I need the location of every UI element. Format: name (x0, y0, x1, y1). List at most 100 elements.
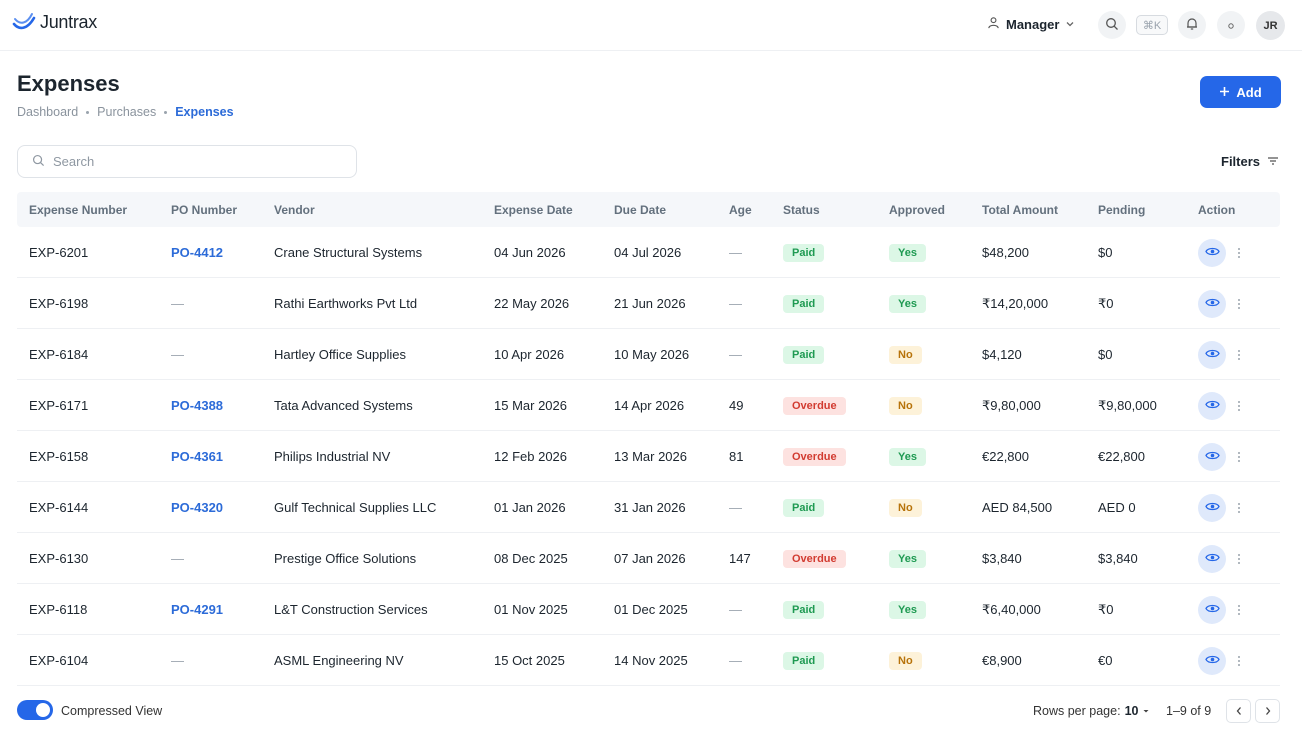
due-date-cell: 01 Dec 2025 (614, 602, 688, 617)
pending-cell: ₹9,80,000 (1098, 397, 1157, 413)
table-row[interactable]: EXP-6104 — ASML Engineering NV 15 Oct 2025 1… (17, 635, 1280, 686)
approved-badge: No (889, 651, 922, 670)
vendor-cell: Prestige Office Solutions (274, 551, 417, 566)
search-icon (1105, 17, 1119, 34)
column-header-expense-number[interactable]: Expense Number (29, 203, 127, 217)
view-button[interactable] (1198, 544, 1226, 573)
breadcrumb-dashboard[interactable]: Dashboard (17, 105, 78, 119)
due-date-cell: 14 Apr 2026 (614, 398, 685, 413)
next-page-button[interactable] (1255, 699, 1280, 723)
search-input[interactable] (53, 154, 333, 169)
search-box[interactable] (17, 145, 357, 178)
more-options-icon[interactable] (1238, 349, 1240, 360)
search-button[interactable] (1098, 11, 1126, 39)
more-options-icon[interactable] (1238, 655, 1240, 666)
notifications-button[interactable] (1178, 11, 1206, 39)
column-header-expense-date[interactable]: Expense Date (494, 203, 573, 217)
vendor-cell: Hartley Office Supplies (274, 347, 406, 362)
breadcrumb-separator (164, 110, 168, 114)
expense-number-cell: EXP-6158 (29, 449, 89, 464)
add-expense-button[interactable]: Add (1200, 76, 1281, 108)
due-date-cell: 07 Jan 2026 (614, 551, 686, 566)
brand-logo[interactable]: Juntrax (12, 11, 97, 34)
expense-date-cell: 15 Oct 2025 (494, 653, 565, 668)
po-number-link[interactable]: PO-4388 (171, 380, 223, 431)
column-header-total-amount[interactable]: Total Amount (982, 203, 1058, 217)
age-cell: 147 (729, 551, 751, 566)
approved-cell: No (889, 329, 922, 380)
approved-cell: No (889, 380, 922, 431)
column-header-due-date[interactable]: Due Date (614, 203, 666, 217)
view-button[interactable] (1198, 646, 1226, 675)
view-button[interactable] (1198, 238, 1226, 267)
total-amount-cell: ₹9,80,000 (982, 397, 1041, 413)
avatar[interactable]: JR (1256, 11, 1285, 40)
column-header-po-number[interactable]: PO Number (171, 203, 237, 217)
action-cell (1198, 584, 1240, 635)
action-cell (1198, 380, 1240, 431)
more-options-icon[interactable] (1238, 502, 1240, 513)
total-amount-cell: ₹6,40,000 (982, 601, 1041, 617)
filter-lines-icon (1267, 154, 1279, 169)
action-cell (1198, 635, 1240, 686)
column-header-age[interactable]: Age (729, 203, 752, 217)
total-amount-cell: AED 84,500 (982, 500, 1053, 515)
table-row[interactable]: EXP-6144 PO-4320 Gulf Technical Supplies L… (17, 482, 1280, 533)
more-options-icon[interactable] (1238, 604, 1240, 615)
more-options-icon[interactable] (1238, 553, 1240, 564)
po-number-link[interactable]: PO-4320 (171, 482, 223, 533)
page-title: Expenses (17, 71, 120, 96)
filters-button[interactable]: Filters (1221, 154, 1279, 169)
pending-cell: $0 (1098, 347, 1113, 362)
approved-badge: Yes (889, 600, 926, 619)
view-button[interactable] (1198, 340, 1226, 369)
breadcrumb-purchases[interactable]: Purchases (97, 105, 156, 119)
eye-icon (1204, 602, 1220, 617)
approved-cell: Yes (889, 431, 926, 482)
more-options-icon[interactable] (1238, 298, 1240, 309)
table-row[interactable]: EXP-6198 — Rathi Earthworks Pvt Ltd 22 May … (17, 278, 1280, 329)
view-button[interactable] (1198, 595, 1226, 624)
table-row[interactable]: EXP-6184 — Hartley Office Supplies 10 Apr 2… (17, 329, 1280, 380)
column-header-pending[interactable]: Pending (1098, 203, 1145, 217)
table-body: EXP-6201 PO-4412 Crane Structural Systems 0… (17, 227, 1280, 686)
vendor-cell: Rathi Earthworks Pvt Ltd (274, 296, 418, 311)
view-button[interactable] (1198, 442, 1226, 471)
breadcrumb: Dashboard Purchases Expenses (17, 105, 234, 119)
table-row[interactable]: EXP-6158 PO-4361 Philips Industrial NV 12 F… (17, 431, 1280, 482)
eye-icon (1204, 296, 1220, 311)
eye-icon (1204, 398, 1220, 413)
table-row[interactable]: EXP-6130 — Prestige Office Solutions 08 Dec… (17, 533, 1280, 584)
total-amount-cell: €22,800 (982, 449, 1029, 464)
column-header-status[interactable]: Status (783, 203, 820, 217)
rows-per-page[interactable]: Rows per page: 10 (1033, 704, 1150, 718)
table-row[interactable]: EXP-6171 PO-4388 Tata Advanced Systems 15 M… (17, 380, 1280, 431)
po-number-link[interactable]: PO-4291 (171, 584, 223, 635)
status-badge: Paid (783, 294, 825, 313)
status-cell: Overdue (783, 533, 846, 584)
previous-page-button[interactable] (1226, 699, 1251, 723)
approved-cell: Yes (889, 278, 926, 329)
po-number-link[interactable]: PO-4412 (171, 227, 223, 278)
approved-cell: No (889, 635, 922, 686)
settings-button[interactable] (1217, 11, 1245, 39)
view-button[interactable] (1198, 391, 1226, 420)
due-date-cell: 13 Mar 2026 (614, 449, 687, 464)
table-row[interactable]: EXP-6118 PO-4291 L&T Construction Services… (17, 584, 1280, 635)
command-shortcut-badge[interactable]: ⌘K (1136, 15, 1168, 35)
view-button[interactable] (1198, 289, 1226, 318)
approved-badge: No (889, 345, 922, 364)
more-options-icon[interactable] (1238, 451, 1240, 462)
more-options-icon[interactable] (1238, 400, 1240, 411)
compressed-view-toggle[interactable] (17, 700, 53, 720)
table-row[interactable]: EXP-6201 PO-4412 Crane Structural Systems 0… (17, 227, 1280, 278)
table-header: Expense Number PO Number Vendor Expense … (17, 192, 1280, 227)
age-cell: — (729, 296, 742, 311)
view-button[interactable] (1198, 493, 1226, 522)
more-options-icon[interactable] (1238, 247, 1240, 258)
column-header-approved[interactable]: Approved (889, 203, 945, 217)
role-switcher[interactable]: Manager (987, 16, 1075, 32)
expenses-table: Expense Number PO Number Vendor Expense … (17, 192, 1280, 686)
column-header-vendor[interactable]: Vendor (274, 203, 315, 217)
po-number-link[interactable]: PO-4361 (171, 431, 223, 482)
